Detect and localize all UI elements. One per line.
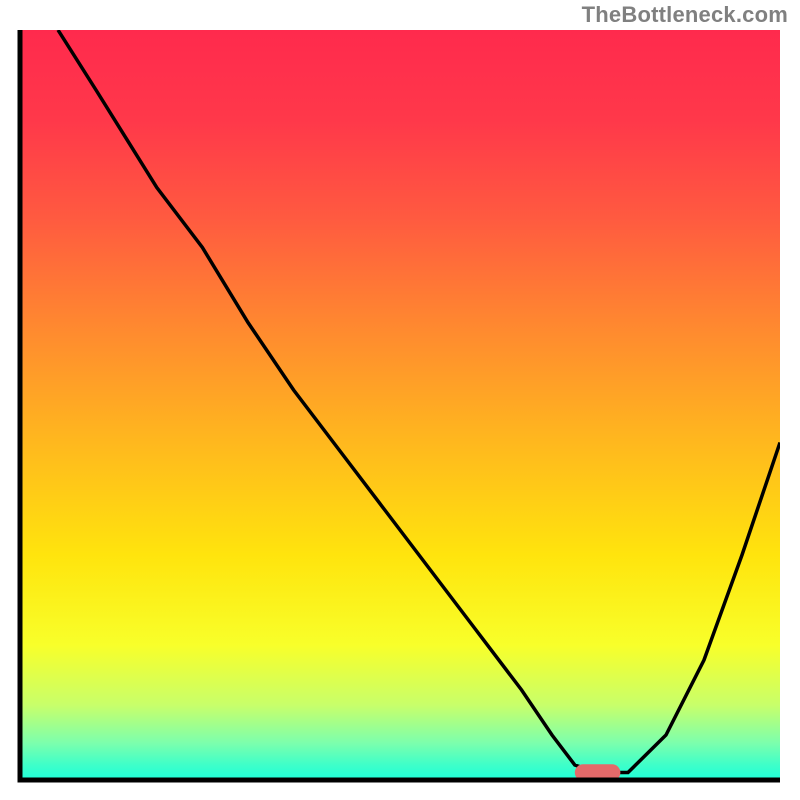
gradient-background (20, 30, 780, 780)
chart-frame: TheBottleneck.com (0, 0, 800, 800)
watermark-label: TheBottleneck.com (582, 2, 788, 28)
bottleneck-chart (0, 0, 800, 800)
